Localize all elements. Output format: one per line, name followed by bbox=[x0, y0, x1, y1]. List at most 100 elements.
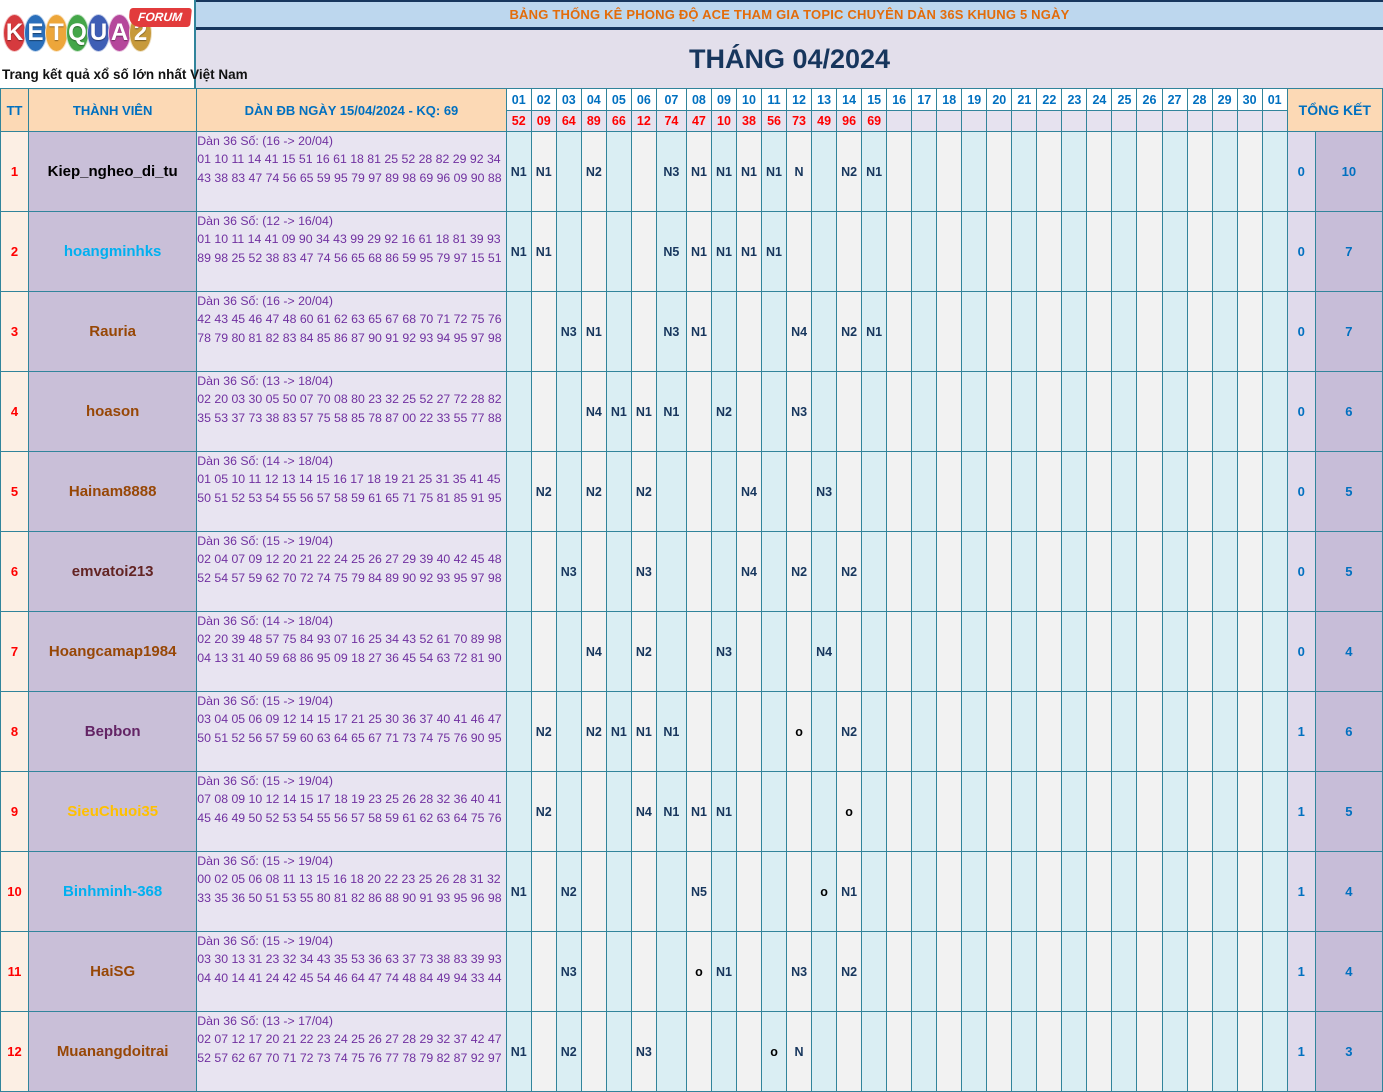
member-row: 8 Bepbon Dàn 36 Số: (15 -> 19/04) 03 04 05 … bbox=[0, 691, 1383, 772]
mark-cell: N2 bbox=[630, 451, 657, 532]
dan-cell: Dàn 36 Số: (15 -> 19/04) 07 08 09 10 12 1… bbox=[196, 771, 507, 852]
mark-cell bbox=[1211, 131, 1238, 212]
mark-cell bbox=[911, 931, 938, 1012]
kq-value: 66 bbox=[605, 110, 632, 132]
dan-numbers: 07 08 09 10 12 14 15 17 18 19 23 25 26 2… bbox=[197, 792, 502, 825]
mark-cell: N1 bbox=[505, 851, 532, 932]
dan-cell: Dàn 36 Số: (15 -> 19/04) 03 04 05 06 09 1… bbox=[196, 691, 507, 772]
member-name[interactable]: hoangminhks bbox=[28, 211, 198, 292]
member-name[interactable]: Bepbon bbox=[28, 691, 198, 772]
mark-cell bbox=[1236, 531, 1263, 612]
member-name[interactable]: Binhminh-368 bbox=[28, 851, 198, 932]
mark-cell bbox=[986, 531, 1013, 612]
member-name[interactable]: Muanangdoitrai bbox=[28, 1011, 198, 1092]
member-name[interactable]: Hainam8888 bbox=[28, 451, 198, 532]
dan-date-range: Dàn 36 Số: (16 -> 20/04) bbox=[197, 134, 333, 148]
mark-cell bbox=[1186, 291, 1213, 372]
mark-cell bbox=[1086, 531, 1113, 612]
total-miss: 0 bbox=[1286, 211, 1316, 292]
total-miss: 1 bbox=[1286, 771, 1316, 852]
dan-numbers: 02 04 07 09 12 20 21 22 24 25 26 27 29 3… bbox=[197, 552, 502, 585]
day-column-header: 25 bbox=[1111, 88, 1138, 111]
mark-cell: N3 bbox=[555, 531, 582, 612]
mark-cell bbox=[580, 531, 607, 612]
mark-cell bbox=[505, 291, 532, 372]
mark-cell: N2 bbox=[836, 691, 863, 772]
mark-cell bbox=[786, 611, 813, 692]
member-name[interactable]: Kiep_ngheo_di_tu bbox=[28, 131, 198, 212]
mark-cell bbox=[886, 131, 913, 212]
total-score: 4 bbox=[1314, 611, 1383, 692]
header-total: TỔNG KẾT bbox=[1286, 88, 1383, 132]
mark-cell bbox=[986, 131, 1013, 212]
mark-cell bbox=[1236, 131, 1263, 212]
mark-cell bbox=[1061, 691, 1088, 772]
mark-cell bbox=[1036, 211, 1063, 292]
day-column-header: 20 bbox=[986, 88, 1013, 111]
mark-cell: N3 bbox=[786, 931, 813, 1012]
dan-date-range: Dàn 36 Số: (15 -> 19/04) bbox=[197, 854, 333, 868]
mark-cell bbox=[1211, 451, 1238, 532]
member-name[interactable]: emvatoi213 bbox=[28, 531, 198, 612]
mark-cell bbox=[1136, 211, 1163, 292]
mark-cell bbox=[1236, 691, 1263, 772]
member-name[interactable]: Rauria bbox=[28, 291, 198, 372]
mark-cell bbox=[1261, 691, 1288, 772]
mark-cell: o bbox=[761, 1011, 788, 1092]
mark-cell bbox=[1111, 451, 1138, 532]
mark-cell: N2 bbox=[580, 131, 607, 212]
mark-cell bbox=[605, 931, 632, 1012]
mark-cell bbox=[1261, 131, 1288, 212]
logo-letters: KETQUA2 bbox=[3, 14, 152, 52]
mark-cell: N2 bbox=[630, 611, 657, 692]
mark-cell bbox=[986, 771, 1013, 852]
member-name[interactable]: hoason bbox=[28, 371, 198, 452]
row-number: 7 bbox=[0, 611, 30, 692]
total-score: 10 bbox=[1314, 131, 1383, 212]
mark-cell bbox=[1061, 211, 1088, 292]
mark-cell bbox=[761, 611, 788, 692]
mark-cell: N3 bbox=[630, 531, 657, 612]
day-column-header: 17 bbox=[911, 88, 938, 111]
dan-cell: Dàn 36 Số: (13 -> 18/04) 02 20 03 30 05 5… bbox=[196, 371, 507, 452]
mark-cell bbox=[735, 1011, 763, 1092]
mark-cell bbox=[761, 531, 788, 612]
site-logo[interactable]: KETQUA2 FORUM Trang kết quả xổ số lớn nh… bbox=[0, 0, 248, 88]
mark-cell bbox=[530, 1011, 557, 1092]
kq-value: 73 bbox=[786, 110, 813, 132]
mark-cell bbox=[1236, 371, 1263, 452]
mark-cell bbox=[630, 291, 657, 372]
mark-cell: o bbox=[836, 771, 863, 852]
mark-cell bbox=[1261, 531, 1288, 612]
total-score: 4 bbox=[1314, 851, 1383, 932]
mark-cell bbox=[811, 691, 838, 772]
total-score: 7 bbox=[1314, 211, 1383, 292]
day-column-header: 22 bbox=[1036, 88, 1063, 111]
mark-cell bbox=[836, 451, 863, 532]
dan-numbers: 00 02 05 06 08 11 13 15 16 18 20 22 23 2… bbox=[197, 872, 502, 905]
mark-cell: N1 bbox=[505, 131, 532, 212]
mark-cell bbox=[1086, 451, 1113, 532]
mark-cell bbox=[710, 851, 737, 932]
dan-numbers: 01 10 11 14 41 15 51 16 61 18 81 25 52 2… bbox=[197, 152, 502, 185]
mark-cell bbox=[685, 531, 712, 612]
mark-cell bbox=[1111, 611, 1138, 692]
mark-cell bbox=[580, 771, 607, 852]
mark-cell: N2 bbox=[580, 451, 607, 532]
mark-cell bbox=[555, 371, 582, 452]
mark-cell bbox=[655, 611, 687, 692]
mark-cell bbox=[811, 771, 838, 852]
mark-cell bbox=[555, 771, 582, 852]
member-name[interactable]: SieuChuoi35 bbox=[28, 771, 198, 852]
member-name[interactable]: Hoangcamap1984 bbox=[28, 611, 198, 692]
mark-cell bbox=[1186, 1011, 1213, 1092]
member-name[interactable]: HaiSG bbox=[28, 931, 198, 1012]
row-number: 5 bbox=[0, 451, 30, 532]
mark-cell bbox=[786, 211, 813, 292]
mark-cell: N1 bbox=[605, 691, 632, 772]
total-miss: 0 bbox=[1286, 531, 1316, 612]
top-bar: KETQUA2 FORUM Trang kết quả xổ số lớn nh… bbox=[0, 0, 1383, 88]
kq-value: 89 bbox=[580, 110, 607, 132]
mark-cell: N3 bbox=[630, 1011, 657, 1092]
day-column-header: 09 bbox=[710, 88, 737, 111]
